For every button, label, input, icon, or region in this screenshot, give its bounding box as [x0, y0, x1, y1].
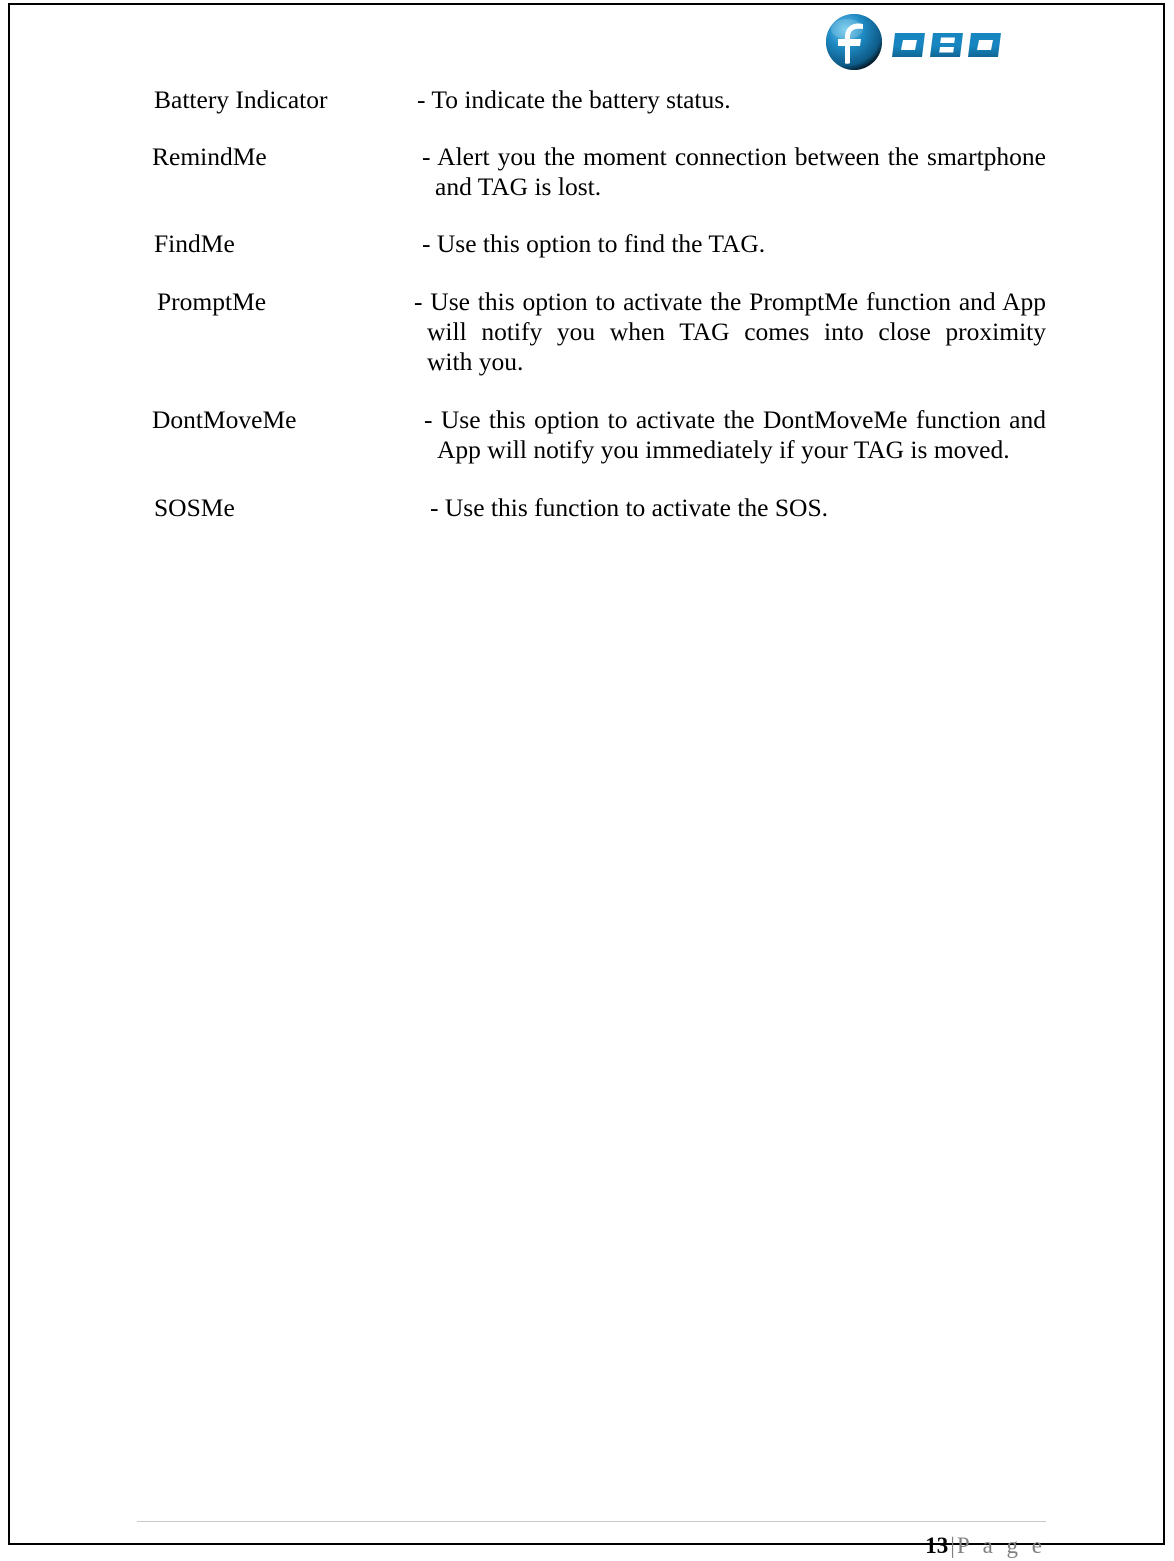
footer-divider: [137, 1521, 1046, 1522]
page-header: [10, 5, 1163, 77]
logo-sphere-icon: [826, 14, 882, 70]
page-word: P a g e: [956, 1533, 1046, 1558]
feature-entry-battery-indicator: Battery Indicator - To indicate the batt…: [10, 85, 1163, 115]
feature-entry-findme: FindMe - Use this option to find the TAG…: [10, 229, 1163, 259]
description-line: - Use this function to activate the SOS.: [430, 493, 829, 522]
description-line: - Use this option to activate the DontMo…: [424, 405, 1046, 434]
feature-label: SOSMe: [154, 493, 235, 522]
feature-description: - To indicate the battery status.: [417, 85, 1046, 115]
feature-description: - Use this option to activate the DontMo…: [424, 405, 1046, 465]
feature-description: - Use this function to activate the SOS.: [430, 493, 1046, 523]
feature-label: DontMoveMe: [152, 405, 297, 434]
page-content: Battery Indicator - To indicate the batt…: [10, 77, 1163, 544]
description-line: will notify you when TAG comes into clos…: [427, 317, 1046, 346]
feature-entry-sosme: SOSMe - Use this function to activate th…: [10, 493, 1163, 523]
document-page: Battery Indicator - To indicate the batt…: [8, 3, 1165, 1558]
description-line: - Use this option to activate the Prompt…: [414, 287, 1046, 316]
feature-description: - Use this option to find the TAG.: [422, 229, 1046, 259]
logo-wordmark: [892, 33, 1001, 57]
description-line: - Alert you the moment connection betwee…: [422, 142, 1046, 171]
feature-entry-promptme: PromptMe - Use this option to activate t…: [10, 287, 1163, 377]
fobo-logo: [825, 13, 1015, 71]
page-number-label: 13|P a g e: [925, 1531, 1046, 1561]
page-separator: |: [950, 1533, 955, 1558]
feature-entry-remindme: RemindMe - Alert you the moment connecti…: [10, 142, 1163, 202]
description-line: App will notify you immediately if your …: [437, 435, 1010, 464]
feature-label: PromptMe: [157, 287, 267, 316]
feature-label: Battery Indicator: [154, 85, 328, 114]
description-line: and TAG is lost.: [435, 172, 602, 201]
feature-entry-dontmoveme: DontMoveMe - Use this option to activate…: [10, 405, 1163, 465]
page-number: 13: [925, 1533, 949, 1558]
description-line: - To indicate the battery status.: [417, 85, 731, 114]
feature-label: FindMe: [154, 229, 235, 258]
feature-description: - Use this option to activate the Prompt…: [414, 287, 1046, 377]
description-line: - Use this option to find the TAG.: [422, 229, 766, 258]
feature-description: - Alert you the moment connection betwee…: [422, 142, 1046, 202]
feature-label: RemindMe: [152, 142, 267, 171]
description-line: with you.: [427, 347, 524, 376]
